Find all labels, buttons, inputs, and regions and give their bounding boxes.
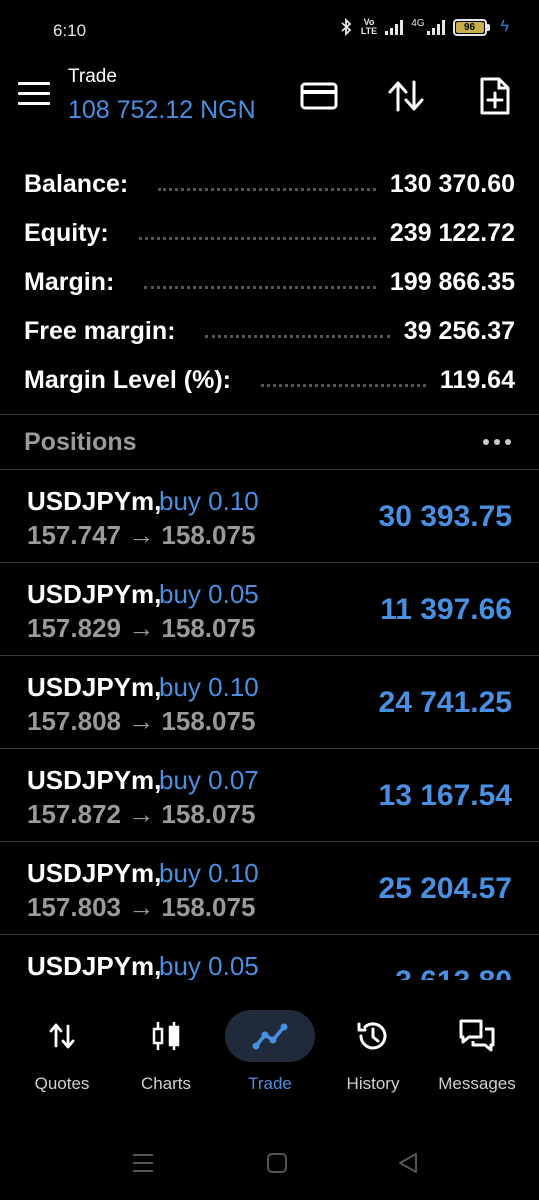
page-title: Trade [68, 66, 117, 87]
nav-charts[interactable]: Charts [116, 1010, 216, 1100]
position-symbol: USDJPYm, [27, 486, 162, 516]
battery-icon: 96 [452, 18, 490, 36]
signal-icon-2 [426, 19, 445, 35]
charging-icon: ϟ [500, 18, 509, 35]
position-type: buy 0.10 [159, 672, 259, 702]
sort-icon[interactable] [385, 76, 427, 116]
margin-level-row: Margin Level (%): 119.64 [0, 356, 539, 405]
margin-label: Margin: [24, 268, 115, 296]
status-icons: Vo LTE 4G 96 ϟ [339, 18, 509, 36]
card-icon[interactable] [298, 76, 340, 116]
nav-messages-label: Messages [438, 1074, 516, 1093]
position-row[interactable]: USDJPYm, buy 0.05 157.829 → 158.075 11 3… [0, 562, 539, 655]
nav-quotes[interactable]: Quotes [12, 1010, 112, 1100]
position-symbol: USDJPYm, [27, 672, 162, 702]
equity-value: 239 122.72 [389, 219, 515, 247]
nav-history-label: History [346, 1074, 400, 1093]
bluetooth-icon [341, 18, 352, 36]
balance-value: 130 370.60 [389, 170, 515, 198]
position-row[interactable]: USDJPYm, buy 0.10 157.747 → 158.075 30 3… [0, 469, 539, 562]
network-type-label: 4G [411, 17, 425, 29]
position-prices: 157.808 → 158.075 [27, 706, 256, 736]
position-profit: 3 613.80 [395, 965, 512, 980]
positions-list[interactable]: USDJPYm, buy 0.10 157.747 → 158.075 30 3… [0, 469, 539, 980]
position-row[interactable]: USDJPYm, buy 0.10 157.803 → 158.075 25 2… [0, 841, 539, 934]
margin-level-label: Margin Level (%): [24, 366, 231, 394]
position-row[interactable]: USDJPYm, buy 0.10 157.808 → 158.075 24 7… [0, 655, 539, 748]
position-type: buy 0.10 [159, 858, 259, 888]
back-icon[interactable] [394, 1150, 424, 1176]
margin-row: Margin: 199 866.35 [0, 258, 539, 307]
position-profit: 24 741.25 [378, 686, 512, 719]
messages-icon [459, 1019, 495, 1052]
equity-label: Equity: [24, 219, 109, 247]
account-balance-header: 108 752.12 NGN [68, 96, 256, 124]
quotes-icon [49, 1023, 75, 1049]
charts-icon [152, 1022, 180, 1050]
volte-icon: Vo LTE [360, 17, 378, 36]
system-nav [0, 1140, 539, 1184]
position-profit: 13 167.54 [378, 779, 512, 812]
nav-history[interactable]: History [323, 1010, 423, 1100]
history-icon [357, 1022, 387, 1050]
divider [0, 414, 539, 415]
nav-quotes-label: Quotes [34, 1074, 90, 1093]
free-margin-row: Free margin: 39 256.37 [0, 307, 539, 356]
position-type: buy 0.05 [159, 951, 259, 980]
menu-button[interactable] [18, 82, 50, 108]
position-profit: 30 393.75 [378, 500, 512, 533]
trade-icon [252, 1023, 288, 1050]
positions-heading: Positions [24, 428, 137, 456]
nav-trade-label: Trade [248, 1074, 292, 1093]
position-row[interactable]: USDJPYm, buy 0.07 157.872 → 158.075 13 1… [0, 748, 539, 841]
balance-row: Balance: 130 370.60 [0, 160, 539, 209]
equity-row: Equity: 239 122.72 [0, 209, 539, 258]
free-margin-label: Free margin: [24, 317, 176, 345]
position-prices: 157.829 → 158.075 [27, 613, 256, 643]
position-profit: 11 397.66 [380, 593, 512, 626]
new-order-icon[interactable] [474, 76, 516, 116]
nav-charts-label: Charts [140, 1074, 192, 1093]
battery-level: 96 [455, 21, 484, 33]
position-symbol: USDJPYm, [27, 951, 162, 980]
app-header: Trade 108 752.12 NGN [0, 62, 539, 132]
home-icon[interactable] [262, 1150, 292, 1176]
position-type: buy 0.07 [159, 765, 259, 795]
account-summary: Balance: 130 370.60 Equity: 239 122.72 M… [0, 160, 539, 405]
recent-apps-icon[interactable] [128, 1150, 158, 1176]
position-row[interactable]: USDJPYm, buy 0.05 3 613.80 [0, 934, 539, 980]
position-symbol: USDJPYm, [27, 579, 162, 609]
signal-icon-1 [385, 19, 404, 35]
position-type: buy 0.05 [159, 579, 259, 609]
position-prices: 157.872 → 158.075 [27, 799, 256, 829]
free-margin-value: 39 256.37 [403, 317, 515, 345]
bottom-nav: Quotes Charts Trade History Messages [0, 1000, 539, 1110]
nav-trade[interactable]: Trade [220, 1010, 320, 1100]
status-time: 6:10 [53, 21, 87, 40]
margin-value: 199 866.35 [389, 268, 515, 296]
position-type: buy 0.10 [159, 486, 259, 516]
status-bar: 6:10 Vo LTE 4G 96 ϟ [0, 0, 539, 62]
margin-level-value: 119.64 [439, 366, 515, 394]
position-prices: 157.747 → 158.075 [27, 520, 256, 550]
position-prices: 157.803 → 158.075 [27, 892, 256, 922]
nav-messages[interactable]: Messages [427, 1010, 527, 1100]
position-symbol: USDJPYm, [27, 765, 162, 795]
balance-label: Balance: [24, 170, 129, 198]
position-profit: 25 204.57 [378, 872, 512, 905]
more-options-icon[interactable] [483, 432, 515, 452]
position-symbol: USDJPYm, [27, 858, 162, 888]
